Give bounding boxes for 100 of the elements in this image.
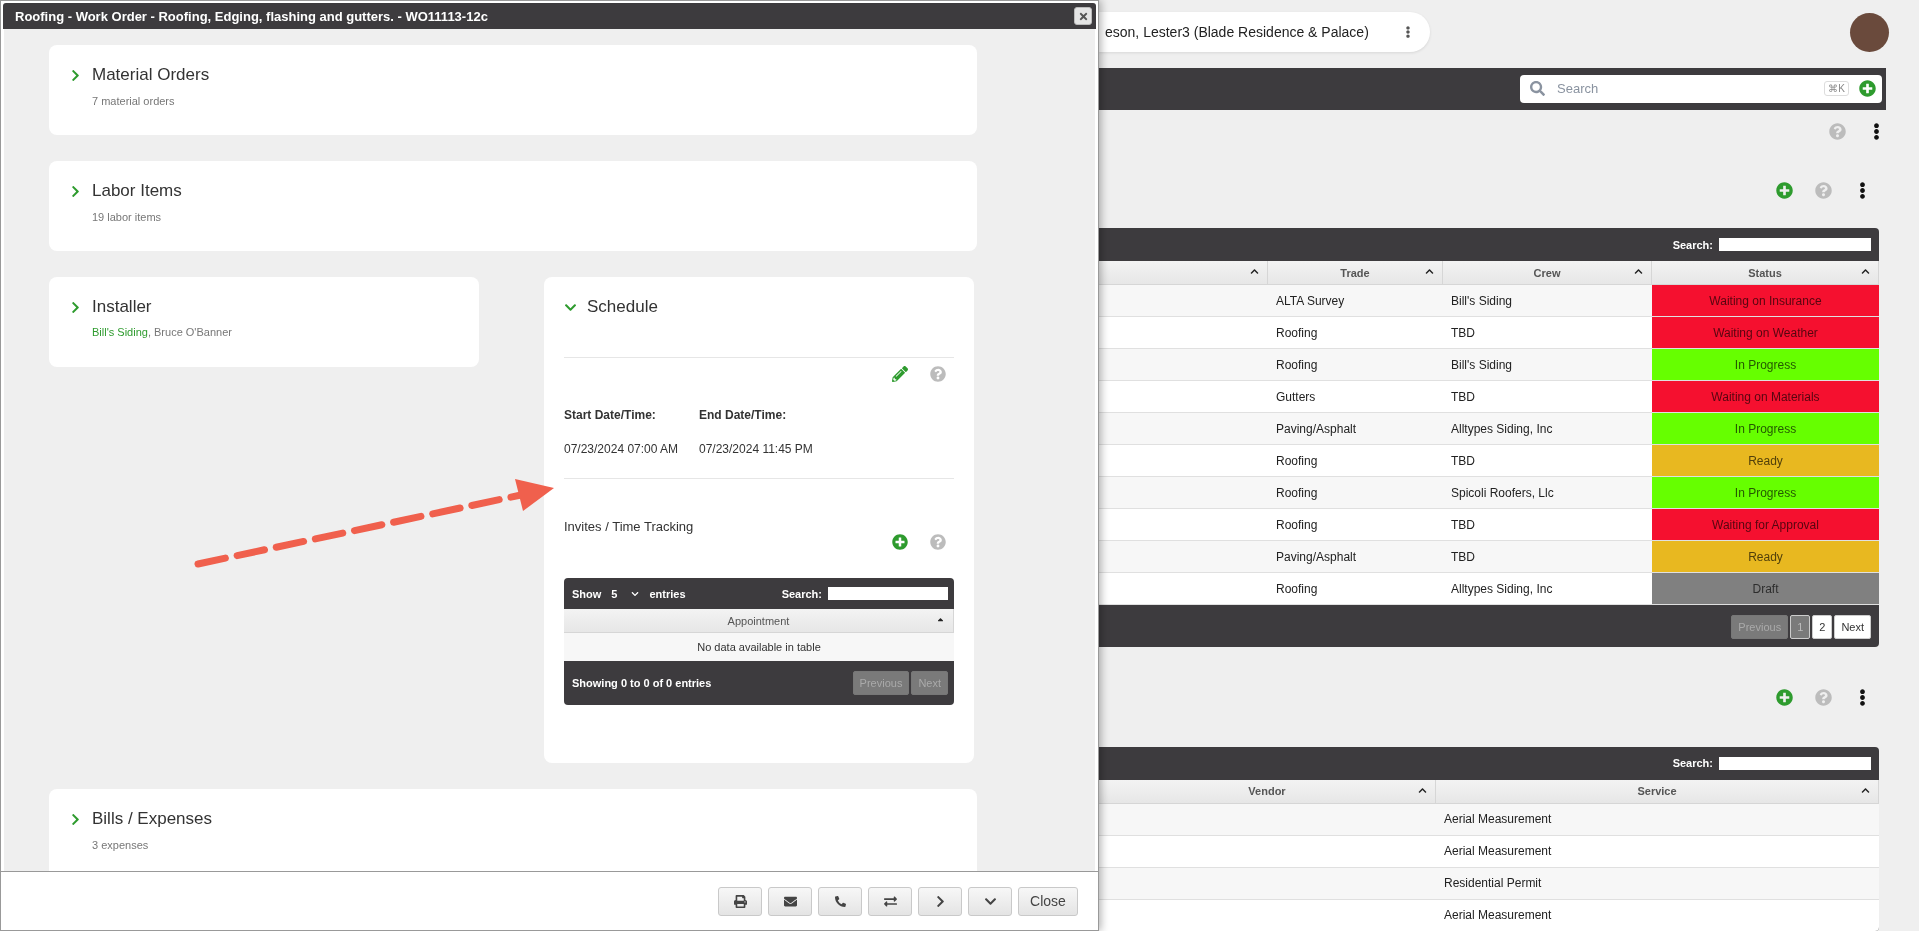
pencil-icon[interactable]	[892, 366, 908, 382]
search-label: Search:	[1672, 757, 1713, 770]
help-icon[interactable]	[930, 366, 946, 382]
close-button[interactable]: Close	[1018, 886, 1078, 916]
status-cell: Ready	[1652, 541, 1879, 572]
chevron-right-icon[interactable]	[69, 184, 82, 198]
sort-icon	[1861, 267, 1870, 276]
page-size-select[interactable]: 5	[607, 587, 644, 600]
status-cell: Waiting on Weather	[1652, 317, 1879, 348]
search-field[interactable]	[828, 587, 948, 600]
show-label: Show	[572, 587, 602, 600]
sort-icon	[1425, 267, 1434, 276]
chevron-right-icon[interactable]	[69, 812, 82, 826]
phone-icon	[834, 895, 846, 907]
search-field[interactable]	[1719, 238, 1871, 251]
column-header[interactable]: Vendor	[1099, 779, 1436, 804]
add-icon[interactable]	[1776, 688, 1793, 706]
status-cell: Draft	[1652, 573, 1879, 604]
entries-label: entries	[649, 587, 686, 600]
sort-icon	[1861, 785, 1870, 795]
close-icon	[1077, 10, 1089, 22]
table-cell-text: ALTA Survey	[1275, 292, 1346, 310]
swap-button[interactable]	[868, 886, 912, 916]
chevron-right-icon[interactable]	[69, 300, 82, 314]
section-title[interactable]: Bills / Expenses	[92, 809, 212, 829]
table-cell-text: TBD	[1450, 548, 1476, 566]
add-icon[interactable]	[892, 534, 908, 550]
table-cell-text: Roofing	[1275, 516, 1319, 534]
table-cell-text: Alltypes Siding, Inc	[1450, 580, 1554, 598]
table-cell-text: Aerial Measurement	[1443, 907, 1553, 925]
table-cell-text: Roofing	[1275, 356, 1319, 374]
sort-icon	[1418, 785, 1427, 795]
status-cell: Waiting for Approval	[1652, 509, 1879, 540]
empty-message: No data available in table	[564, 633, 954, 661]
table-cell-text: Spicoli Roofers, Llc	[1450, 484, 1555, 502]
search-label: Search:	[1672, 238, 1713, 251]
table-cell-text: Roofing	[1275, 484, 1319, 502]
column-header[interactable]: Service	[1436, 779, 1879, 804]
table-cell-text: TBD	[1450, 324, 1476, 342]
shortcut-hint: ⌘K	[1824, 81, 1849, 97]
company-link[interactable]: Bill's Siding	[92, 326, 148, 338]
section-title[interactable]: Schedule	[587, 297, 658, 317]
table-cell-text: Roofing	[1275, 452, 1319, 470]
swap-icon	[883, 894, 897, 908]
phone-button[interactable]	[818, 886, 862, 916]
search-field[interactable]	[1719, 756, 1871, 770]
section-summary: 7 material orders	[92, 95, 176, 107]
context-pill[interactable]: eson, Lester3 (Blade Residence & Palace)	[1099, 11, 1430, 52]
section-title[interactable]: Installer	[92, 297, 152, 317]
subsection-title: Invites / Time Tracking	[564, 519, 695, 534]
sort-icon	[1250, 267, 1259, 276]
avatar[interactable]	[1850, 13, 1889, 53]
search-icon	[1530, 81, 1545, 97]
search-label: Search:	[781, 587, 822, 600]
add-icon[interactable]	[1776, 182, 1793, 200]
chevron-right-icon[interactable]	[69, 68, 82, 82]
table-cell-text: Roofing	[1275, 324, 1319, 342]
add-icon[interactable]	[1859, 80, 1876, 98]
table-cell-text: Residential Permit	[1443, 875, 1543, 893]
table-cell-text: Roofing	[1275, 580, 1319, 598]
chevron-down-button[interactable]	[968, 886, 1012, 916]
status-cell: Ready	[1652, 445, 1879, 476]
status-cell: In Progress	[1652, 349, 1879, 380]
field-value: 07/23/2024 07:00 AM	[564, 442, 680, 456]
status-cell: Waiting on Materials	[1652, 381, 1879, 412]
print-icon	[733, 894, 747, 908]
status-cell: In Progress	[1652, 477, 1879, 508]
field-label: Start Date/Time:	[564, 408, 657, 422]
chevron-right-button[interactable]	[918, 886, 962, 916]
table-cell-text: Paving/Asphalt	[1275, 548, 1358, 566]
pager-button[interactable]: Next	[1834, 615, 1871, 639]
table-cell-text: TBD	[1450, 516, 1476, 534]
section-summary: 19 labor items	[92, 211, 163, 223]
page-button[interactable]: 2	[1812, 615, 1833, 639]
table-cell-text: Gutters	[1275, 388, 1317, 406]
table-cell-text: Bill's Siding	[1450, 292, 1513, 310]
table-cell-text: TBD	[1450, 452, 1476, 470]
help-icon[interactable]	[930, 534, 946, 550]
field-value: 07/23/2024 11:45 PM	[699, 442, 814, 456]
installer-line: Bill's Siding, Bruce O'Banner	[92, 326, 233, 338]
sort-icon	[936, 615, 945, 624]
section-title[interactable]: Labor Items	[92, 181, 182, 201]
close-button[interactable]	[1074, 7, 1092, 25]
sort-icon	[1634, 267, 1643, 276]
table-cell-text: TBD	[1450, 388, 1476, 406]
search-bar[interactable]: Search ⌘K	[1520, 74, 1882, 103]
envelope-button[interactable]	[768, 886, 812, 916]
table-cell-text: Paving/Asphalt	[1275, 420, 1358, 438]
table-cell-text: Bill's Siding	[1450, 356, 1513, 374]
table-cell-text: Aerial Measurement	[1443, 843, 1553, 861]
section-title[interactable]: Material Orders	[92, 65, 210, 85]
caret-icon	[631, 589, 640, 598]
dialog-title: Roofing - Work Order - Roofing, Edging, flashing and gutters. - WO11113-12c	[15, 8, 488, 24]
status-cell: In Progress	[1652, 413, 1879, 444]
table-cell-text: Alltypes Siding, Inc	[1450, 420, 1554, 438]
print-button[interactable]	[718, 886, 762, 916]
envelope-icon	[783, 894, 797, 908]
table-info: Showing 0 to 0 of 0 entries	[572, 677, 712, 689]
section-summary: 3 expenses	[92, 839, 150, 851]
context-text: eson, Lester3 (Blade Residence & Palace)	[1105, 23, 1369, 40]
